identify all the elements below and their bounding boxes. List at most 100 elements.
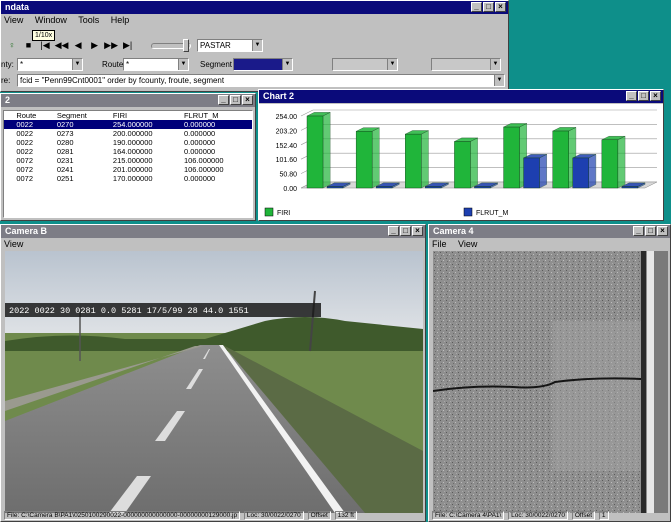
close-icon[interactable]: × <box>650 91 661 101</box>
county-select[interactable]: * ▼ <box>17 58 83 71</box>
menu-view[interactable]: View <box>4 15 23 25</box>
maximize-icon[interactable]: □ <box>400 226 411 236</box>
filter-select-2[interactable]: ▼ <box>431 58 501 71</box>
status-offset-label: Offset <box>571 511 596 520</box>
rewind-icon[interactable]: ◀◀ <box>55 38 69 52</box>
table-cell: 106.000000 <box>183 165 224 174</box>
table-row[interactable]: 0022 0270 254.000000 0.000000 <box>4 120 252 129</box>
close-icon[interactable]: × <box>242 95 253 105</box>
table-cell: 0072 <box>16 156 34 165</box>
column-header[interactable]: FLRUT_M <box>181 111 252 120</box>
minimize-icon[interactable]: _ <box>633 226 644 236</box>
maximize-icon[interactable]: □ <box>645 226 656 236</box>
chevron-down-icon[interactable]: ▼ <box>387 59 397 70</box>
column-header[interactable]: Segment <box>54 111 110 120</box>
column-header[interactable]: FIRI <box>110 111 181 120</box>
chevron-down-icon[interactable]: ▼ <box>282 59 292 70</box>
camera-4-window: Camera 4 _ □ × File View File: C:\Camera… <box>428 224 671 522</box>
record-icon[interactable]: ♀ <box>5 38 19 52</box>
minimize-icon[interactable]: _ <box>626 91 637 101</box>
table-cell: 164.000000 <box>112 147 153 156</box>
road-camera-image: 2022 0022 30 0281 0.0 5281 17/5/99 28 44… <box>5 251 423 513</box>
chevron-down-icon[interactable]: ▼ <box>178 59 188 70</box>
bar-flrut <box>375 186 393 189</box>
table-cell <box>4 147 13 156</box>
column-header[interactable] <box>4 111 13 120</box>
chevron-down-icon[interactable]: ▼ <box>252 40 262 51</box>
table-row[interactable]: 0022 0281 164.000000 0.000000 <box>4 147 252 156</box>
close-icon[interactable]: × <box>657 226 668 236</box>
minimize-icon[interactable]: _ <box>218 95 229 105</box>
table-cell: 0241 <box>56 165 74 174</box>
play-icon[interactable]: ▶ <box>88 38 102 52</box>
route-label: Route <box>102 60 124 69</box>
dataset-select[interactable]: PASTAR ▼ <box>197 39 263 52</box>
filter-select-1[interactable]: ▼ <box>332 58 398 71</box>
window-title: Camera 4 <box>433 226 474 236</box>
maximize-icon[interactable]: □ <box>483 2 494 12</box>
chevron-down-icon[interactable]: ▼ <box>490 59 500 70</box>
minimize-icon[interactable]: _ <box>388 226 399 236</box>
forward-icon[interactable]: ▶▶ <box>104 38 118 52</box>
table-cell <box>4 129 13 138</box>
column-header[interactable]: Route <box>13 111 54 120</box>
camera-b-statusbar: File: C:\Camera B\PA1\0250100290022-0000… <box>1 511 425 521</box>
table-cell <box>4 165 13 174</box>
y-tick-label: 50.80 <box>279 172 297 179</box>
minimize-icon[interactable]: _ <box>471 2 482 12</box>
close-icon[interactable]: × <box>495 2 506 12</box>
slider-thumb[interactable] <box>183 39 189 52</box>
segment-select[interactable]: ▼ <box>233 58 293 71</box>
county-label: nty: <box>1 60 14 69</box>
menu-file[interactable]: File <box>432 239 447 249</box>
chart-window-titlebar[interactable]: Chart 2 _ □ × <box>259 90 663 103</box>
camera-b-titlebar[interactable]: Camera B _ □ × <box>1 225 425 238</box>
window-title: ndata <box>5 2 30 12</box>
camera-4-titlebar[interactable]: Camera 4 _ □ × <box>429 225 670 238</box>
table-cell: 201.000000 <box>112 165 153 174</box>
chart-window: Chart 2 _ □ × 254.00 203.20 152.40 101.60 50… <box>258 89 664 221</box>
bar-firi-side <box>322 112 331 189</box>
speed-tooltip: 1/10x <box>32 30 56 41</box>
table-row[interactable]: 0072 0231 215.000000 106.000000 <box>4 156 252 165</box>
menu-view[interactable]: View <box>4 239 23 249</box>
table-row[interactable]: 0022 0273 200.000000 0.000000 <box>4 129 252 138</box>
menu-view[interactable]: View <box>458 239 477 249</box>
table-cell: 0022 <box>16 138 34 147</box>
legend-swatch <box>463 207 473 217</box>
query-input[interactable]: fcid = "Penn99Cnt0001" order by fcounty,… <box>17 74 505 87</box>
table-cell: 0022 <box>13 120 54 129</box>
data-grid: Route Segment FIRI FLRUT_M 0022 0270 254.0000… <box>3 110 253 218</box>
table-cell: 0.000000 <box>180 120 252 129</box>
menu-window[interactable]: Window <box>35 15 67 25</box>
data-table: Route Segment FIRI FLRUT_M 0022 0270 254.0000… <box>4 111 252 183</box>
bar-flrut <box>621 186 639 189</box>
query-label: re: <box>1 76 11 85</box>
menu-bar: View <box>1 238 425 250</box>
transport-toolbar: ♀ ■ |◀ ◀◀ ◀ ▶ ▶▶ ▶| <box>5 38 135 54</box>
table-cell: 0281 <box>56 147 74 156</box>
chevron-down-icon[interactable]: ▼ <box>494 75 504 86</box>
table-cell: 0270 <box>53 120 110 129</box>
main-window-titlebar[interactable]: ndata _ □ × <box>1 1 508 14</box>
maximize-icon[interactable]: □ <box>638 91 649 101</box>
y-tick-label: 203.20 <box>276 128 298 135</box>
table-row[interactable]: 0072 0251 170.000000 0.000000 <box>4 174 252 183</box>
route-select[interactable]: * ▼ <box>123 58 189 71</box>
bar-flrut-side <box>588 154 597 189</box>
last-icon[interactable]: ▶| <box>121 38 135 52</box>
bar-firi-side <box>470 137 478 189</box>
back-icon[interactable]: ◀ <box>71 38 85 52</box>
menu-tools[interactable]: Tools <box>78 15 99 25</box>
table-window-titlebar[interactable]: 2 _ □ × <box>1 94 255 107</box>
bar-firi <box>552 130 569 189</box>
close-icon[interactable]: × <box>412 226 423 236</box>
chevron-down-icon[interactable]: ▼ <box>72 59 82 70</box>
status-file: File: C:\Camera 4\PA1\ <box>432 511 505 520</box>
maximize-icon[interactable]: □ <box>230 95 241 105</box>
table-row[interactable]: 0072 0241 201.000000 106.000000 <box>4 165 252 174</box>
table-row[interactable]: 0022 0280 190.000000 0.000000 <box>4 138 252 147</box>
menu-help[interactable]: Help <box>111 15 130 25</box>
pavement-camera-image <box>433 251 668 513</box>
table-cell <box>4 174 13 183</box>
